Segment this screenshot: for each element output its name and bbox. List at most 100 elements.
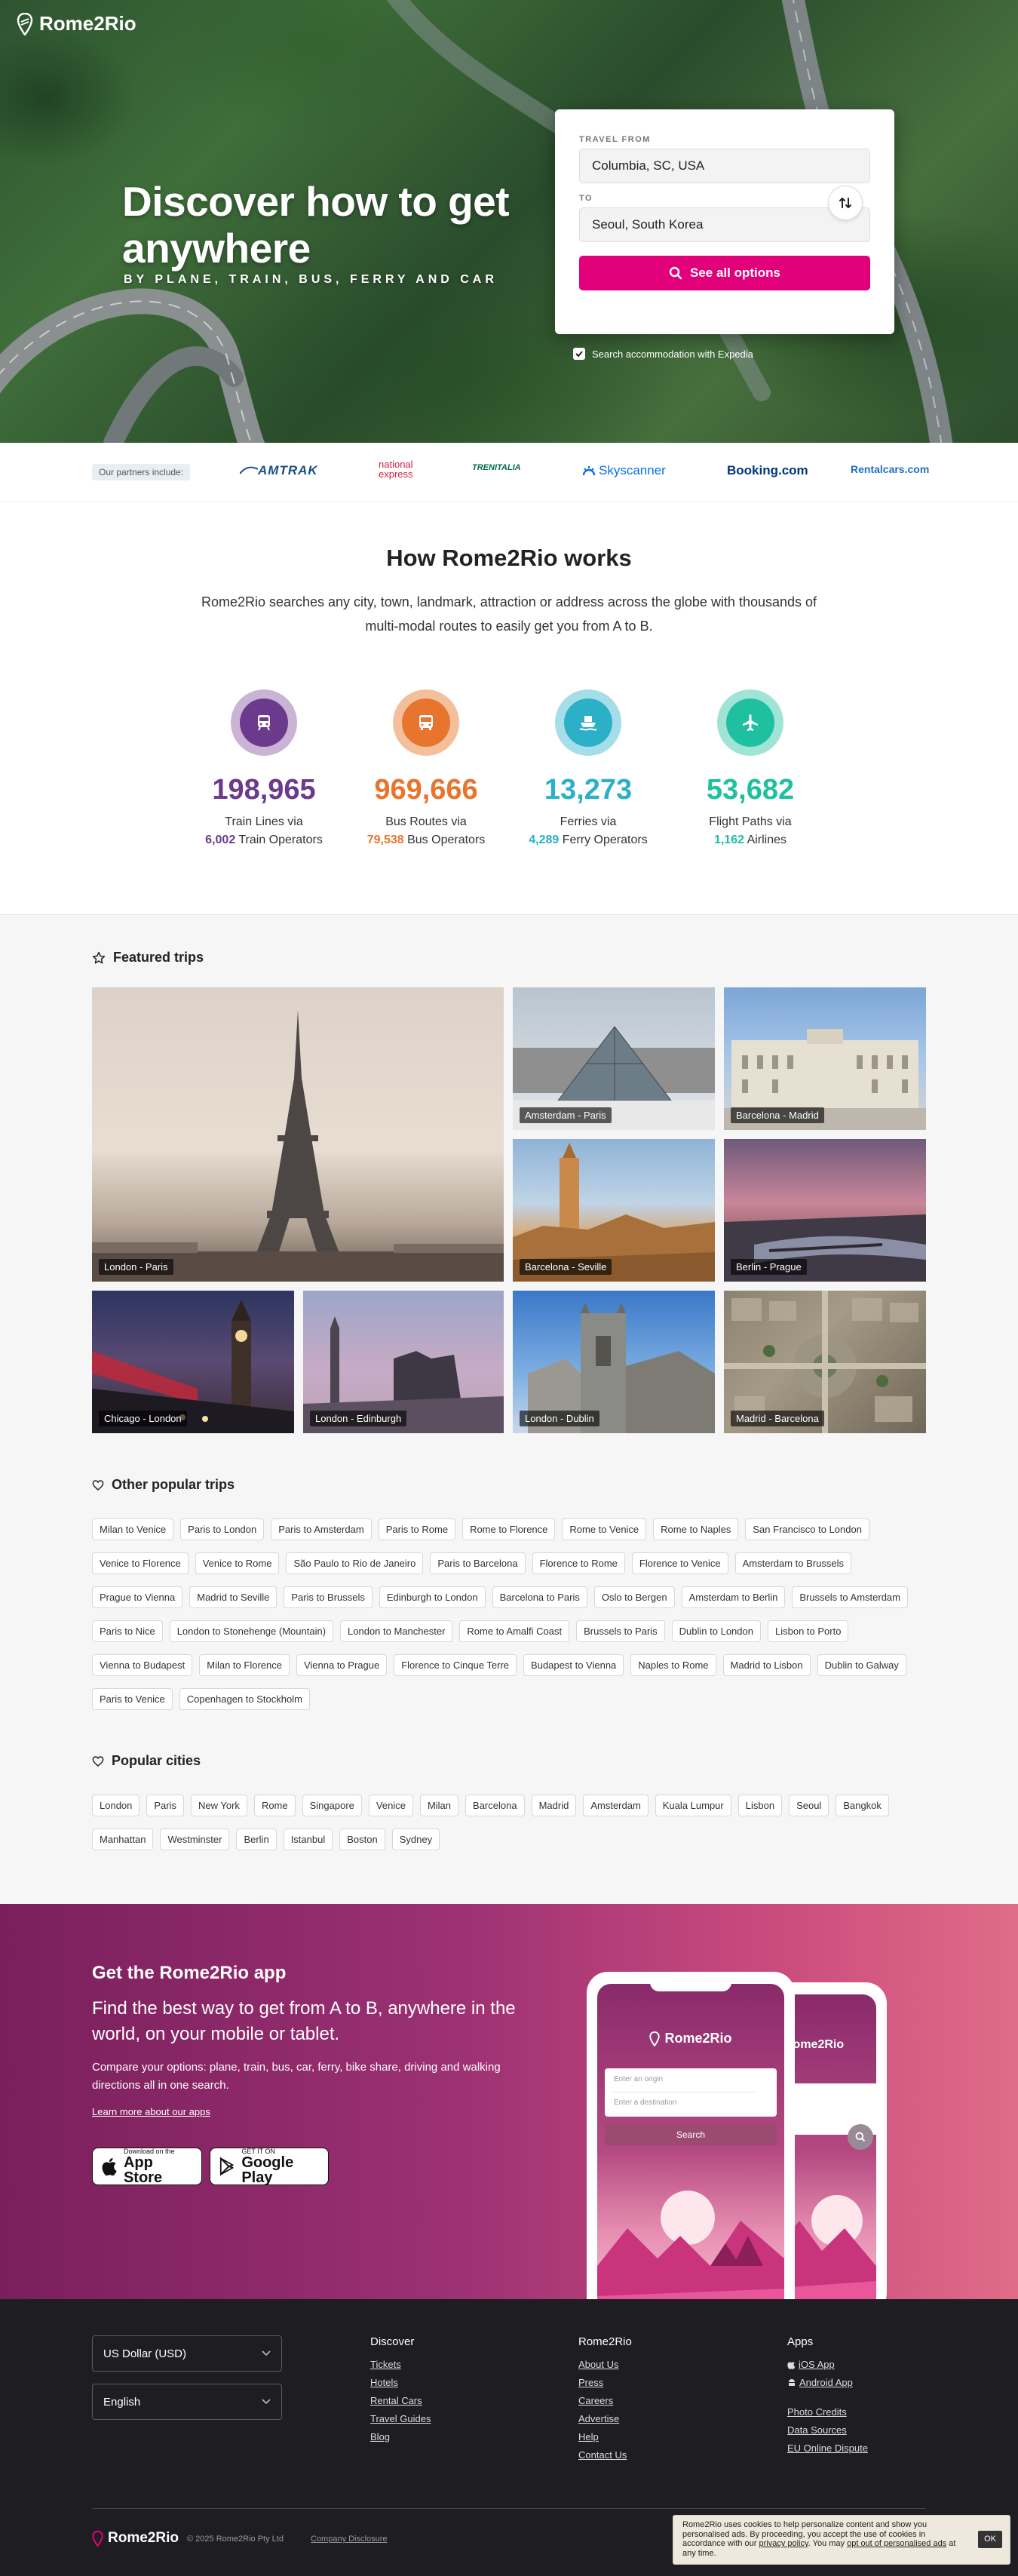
popular-trip-chip[interactable]: Milan to Florence xyxy=(199,1654,290,1676)
swap-button[interactable] xyxy=(828,186,863,220)
footer-link-rental-cars[interactable]: Rental Cars xyxy=(370,2395,431,2406)
popular-trip-chip[interactable]: Paris to Amsterdam xyxy=(271,1518,372,1540)
popular-trip-chip[interactable]: Venice to Rome xyxy=(195,1552,280,1574)
popular-city-chip[interactable]: Amsterdam xyxy=(583,1795,649,1816)
opt-out-link[interactable]: opt out of personalised ads xyxy=(847,2539,946,2548)
popular-city-chip[interactable]: Bangkok xyxy=(836,1795,889,1816)
footer-link-about-us[interactable]: About Us xyxy=(578,2359,632,2370)
popular-city-chip[interactable]: Singapore xyxy=(302,1795,362,1816)
footer-link-careers[interactable]: Careers xyxy=(578,2395,632,2406)
popular-trip-chip[interactable]: Oslo to Bergen xyxy=(593,1586,675,1608)
popular-trip-chip[interactable]: San Francisco to London xyxy=(745,1518,869,1540)
footer-link-tickets[interactable]: Tickets xyxy=(370,2359,431,2370)
popular-trip-chip[interactable]: Budapest to Vienna xyxy=(523,1654,624,1676)
popular-city-chip[interactable]: Westminster xyxy=(160,1828,230,1850)
app-store-button[interactable]: Download on the App Store xyxy=(92,2148,202,2185)
featured-trip-london-edinburgh[interactable]: London - Edinburgh xyxy=(303,1291,504,1433)
popular-city-chip[interactable]: Barcelona xyxy=(465,1795,525,1816)
footer-link-data-sources[interactable]: Data Sources xyxy=(787,2424,868,2436)
currency-select[interactable]: US Dollar (USD) xyxy=(92,2335,282,2372)
popular-trip-chip[interactable]: Prague to Vienna xyxy=(92,1586,183,1608)
popular-trip-chip[interactable]: Paris to Barcelona xyxy=(430,1552,526,1574)
popular-city-chip[interactable]: Venice xyxy=(368,1795,413,1816)
language-select[interactable]: English xyxy=(92,2384,282,2420)
accommodation-option[interactable]: Search accommodation with Expedia xyxy=(573,348,753,360)
popular-trip-chip[interactable]: Vienna to Prague xyxy=(296,1654,388,1676)
popular-trip-chip[interactable]: Amsterdam to Brussels xyxy=(734,1552,851,1574)
popular-trip-chip[interactable]: Dublin to London xyxy=(671,1620,761,1642)
featured-trip-barcelona-seville[interactable]: Barcelona - Seville xyxy=(513,1139,715,1282)
popular-city-chip[interactable]: Kuala Lumpur xyxy=(655,1795,731,1816)
footer-link-press[interactable]: Press xyxy=(578,2377,632,2388)
see-all-options-button[interactable]: See all options xyxy=(579,256,870,290)
footer-link-blog[interactable]: Blog xyxy=(370,2431,431,2442)
featured-trip-amsterdam-paris[interactable]: Amsterdam - Paris xyxy=(513,987,715,1130)
featured-trip-madrid-barcelona[interactable]: Madrid - Barcelona xyxy=(724,1291,926,1433)
footer-link-contact-us[interactable]: Contact Us xyxy=(578,2449,632,2461)
popular-trip-chip[interactable]: Paris to Rome xyxy=(378,1518,456,1540)
popular-trip-chip[interactable]: Brussels to Paris xyxy=(576,1620,665,1642)
popular-trip-chip[interactable]: Vienna to Budapest xyxy=(92,1654,193,1676)
popular-trip-chip[interactable]: Amsterdam to Berlin xyxy=(681,1586,786,1608)
footer-link-photo-credits[interactable]: Photo Credits xyxy=(787,2406,868,2418)
popular-trip-chip[interactable]: Copenhagen to Stockholm xyxy=(179,1688,310,1710)
footer-link-hotels[interactable]: Hotels xyxy=(370,2377,431,2388)
popular-trip-chip[interactable]: São Paulo to Rio de Janeiro xyxy=(286,1552,424,1574)
featured-trip-berlin-prague[interactable]: Berlin - Prague xyxy=(724,1139,926,1282)
popular-trip-chip[interactable]: Madrid to Seville xyxy=(189,1586,277,1608)
popular-city-chip[interactable]: Lisbon xyxy=(737,1795,783,1816)
popular-city-chip[interactable]: Paris xyxy=(146,1795,185,1816)
popular-trip-chip[interactable]: Rome to Amalfi Coast xyxy=(459,1620,570,1642)
featured-trip-chicago-london[interactable]: Chicago - London xyxy=(92,1291,294,1433)
footer-link-travel-guides[interactable]: Travel Guides xyxy=(370,2413,431,2424)
footer-link-android-app[interactable]: Android App xyxy=(787,2377,868,2388)
to-input[interactable]: Seoul, South Korea xyxy=(579,207,870,242)
learn-more-apps-link[interactable]: Learn more about our apps xyxy=(92,2106,210,2117)
cookie-ok-button[interactable]: OK xyxy=(978,2531,1002,2548)
popular-trip-chip[interactable]: Madrid to Lisbon xyxy=(722,1654,811,1676)
popular-trip-chip[interactable]: Florence to Venice xyxy=(631,1552,728,1574)
popular-trip-chip[interactable]: London to Stonehenge (Mountain) xyxy=(169,1620,334,1642)
accommodation-checkbox[interactable] xyxy=(573,348,585,360)
popular-city-chip[interactable]: Boston xyxy=(339,1828,385,1850)
popular-trip-chip[interactable]: London to Manchester xyxy=(340,1620,453,1642)
popular-trip-chip[interactable]: Florence to Rome xyxy=(532,1552,625,1574)
popular-trip-chip[interactable]: Florence to Cinque Terre xyxy=(394,1654,517,1676)
popular-trip-chip[interactable]: Naples to Rome xyxy=(630,1654,716,1676)
footer-link-eu-online-dispute[interactable]: EU Online Dispute xyxy=(787,2442,868,2454)
footer-link-help[interactable]: Help xyxy=(578,2431,632,2442)
popular-trip-chip[interactable]: Rome to Venice xyxy=(562,1518,647,1540)
popular-trip-chip[interactable]: Paris to Venice xyxy=(92,1688,173,1710)
footer-link-advertise[interactable]: Advertise xyxy=(578,2413,632,2424)
from-input[interactable]: Columbia, SC, USA xyxy=(579,149,870,183)
popular-trip-chip[interactable]: Barcelona to Paris xyxy=(492,1586,587,1608)
footer-link-ios-app[interactable]: iOS App xyxy=(787,2359,868,2370)
popular-trip-chip[interactable]: Rome to Florence xyxy=(462,1518,556,1540)
privacy-policy-link[interactable]: privacy policy xyxy=(759,2539,808,2548)
footer-logo[interactable]: Rome2Rio xyxy=(92,2530,179,2547)
popular-trip-chip[interactable]: Paris to Nice xyxy=(92,1620,163,1642)
google-play-button[interactable]: GET IT ON Google Play xyxy=(210,2148,329,2185)
logo[interactable]: Rome2Rio xyxy=(17,12,136,35)
popular-trip-chip[interactable]: Edinburgh to London xyxy=(379,1586,486,1608)
popular-trip-chip[interactable]: Brussels to Amsterdam xyxy=(792,1586,908,1608)
popular-trip-chip[interactable]: Milan to Venice xyxy=(92,1518,174,1540)
popular-city-chip[interactable]: Milan xyxy=(419,1795,459,1816)
popular-trip-chip[interactable]: Paris to Brussels xyxy=(284,1586,373,1608)
popular-city-chip[interactable]: Istanbul xyxy=(283,1828,333,1850)
featured-trip-london-paris[interactable]: London - Paris xyxy=(92,987,504,1282)
popular-trip-chip[interactable]: Lisbon to Porto xyxy=(767,1620,849,1642)
popular-city-chip[interactable]: Berlin xyxy=(236,1828,277,1850)
popular-city-chip[interactable]: Seoul xyxy=(789,1795,829,1816)
popular-trip-chip[interactable]: Venice to Florence xyxy=(92,1552,189,1574)
popular-trip-chip[interactable]: Paris to London xyxy=(180,1518,265,1540)
popular-city-chip[interactable]: London xyxy=(92,1795,140,1816)
featured-trip-london-dublin[interactable]: London - Dublin xyxy=(513,1291,715,1433)
popular-city-chip[interactable]: Manhattan xyxy=(92,1828,154,1850)
popular-city-chip[interactable]: Madrid xyxy=(531,1795,577,1816)
company-disclosure-link[interactable]: Company Disclosure xyxy=(311,2535,387,2544)
popular-city-chip[interactable]: Sydney xyxy=(391,1828,440,1850)
popular-trip-chip[interactable]: Rome to Naples xyxy=(653,1518,739,1540)
popular-city-chip[interactable]: Rome xyxy=(253,1795,296,1816)
popular-city-chip[interactable]: New York xyxy=(191,1795,247,1816)
